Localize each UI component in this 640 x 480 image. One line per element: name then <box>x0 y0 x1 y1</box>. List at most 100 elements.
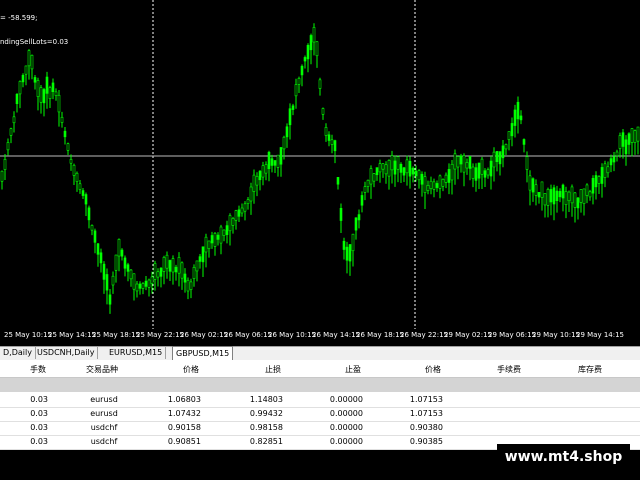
candle-body <box>183 273 187 283</box>
time-label: 26 May 22:15 <box>400 331 449 339</box>
candle-body <box>495 151 499 162</box>
table-cell: usdchf <box>90 423 118 432</box>
candle-body <box>63 130 67 138</box>
candle-body <box>165 254 169 269</box>
candle-body <box>177 257 181 274</box>
col-header-commission[interactable]: 手续费 <box>497 364 521 375</box>
candle-body <box>180 262 184 279</box>
candle-body <box>57 94 61 113</box>
candle-body <box>45 76 49 94</box>
candle-body <box>12 116 16 124</box>
candle-body <box>90 225 94 231</box>
candle-body <box>576 197 580 209</box>
col-header-price[interactable]: 价格 <box>183 364 199 375</box>
candle-body <box>36 80 40 97</box>
candle-body <box>489 160 493 177</box>
candle-body <box>549 189 553 203</box>
candle-body <box>69 159 73 164</box>
candle-body <box>615 151 619 156</box>
candle-body <box>594 175 598 188</box>
col-header-stop-loss[interactable]: 止损 <box>265 364 281 375</box>
candle-body <box>405 159 409 174</box>
candle-body <box>189 281 193 290</box>
candle-body <box>114 254 118 271</box>
table-cell: 0.00000 <box>329 437 363 446</box>
tab-eurusd-m15[interactable]: EURUSD,M15 <box>106 347 167 359</box>
table-row[interactable]: 0.03 usdchf 0.90158 0.98158 0.00000 0.90380 <box>0 421 640 436</box>
candle-body <box>456 156 460 168</box>
candle-body <box>309 35 313 51</box>
table-row[interactable]: 0.03 eurusd 1.07432 0.99432 0.00000 1.07153 <box>0 407 640 422</box>
col-header-symbol[interactable]: 交易品种 <box>86 364 118 375</box>
col-header-swap[interactable]: 库存费 <box>578 364 602 375</box>
candle-body <box>15 93 19 105</box>
table-cell: 0.03 <box>30 437 48 446</box>
candle-body <box>186 279 190 292</box>
candle-body <box>42 89 46 104</box>
table-cell: 0.03 <box>30 409 48 418</box>
candle-body <box>570 186 574 204</box>
candle-body <box>294 84 298 97</box>
table-cell: 0.03 <box>30 395 48 404</box>
candle-body <box>561 184 565 199</box>
indicator-readout-2: ndingSellLots=0.03 <box>0 38 69 46</box>
col-header-lots[interactable]: 手数 <box>30 364 46 375</box>
candle-body <box>252 174 256 192</box>
table-row[interactable]: 0.03 eurusd 1.06803 1.14803 0.00000 1.07153 <box>0 393 640 408</box>
candle-body <box>0 170 4 182</box>
candle-body <box>579 189 583 203</box>
candle-body <box>288 108 292 126</box>
candle-body <box>144 280 148 287</box>
candle-body <box>273 160 277 166</box>
candle-body <box>387 160 391 177</box>
col-header-current-price[interactable]: 价格 <box>425 364 441 375</box>
col-header-take-profit[interactable]: 止盈 <box>345 364 361 375</box>
candle-body <box>213 233 217 247</box>
candle-body <box>633 130 637 143</box>
candle-body <box>558 191 562 198</box>
price-chart[interactable]: = -58.599; ndingSellLots=0.03 <box>0 0 640 346</box>
candle-body <box>453 153 457 170</box>
candle-body <box>465 162 469 169</box>
candle-body <box>21 74 25 83</box>
tab-usdcnh-daily[interactable]: USDCNH,Daily <box>34 347 99 359</box>
table-cell: 0.00000 <box>329 409 363 418</box>
candle-body <box>174 266 178 273</box>
candle-body <box>420 173 424 185</box>
candle-body <box>546 189 550 206</box>
candle-body <box>612 156 616 163</box>
candle-body <box>93 230 97 243</box>
candle-body <box>426 185 430 191</box>
tab-gbpusd-m15[interactable]: GBPUSD,M15 <box>172 346 234 361</box>
candle-body <box>279 147 283 165</box>
candle-body <box>540 181 544 198</box>
candle-body <box>573 192 577 208</box>
candle-body <box>432 181 436 190</box>
candle-body <box>246 199 250 204</box>
candle-body <box>483 170 487 178</box>
time-label: 29 May 10:15 <box>532 331 581 339</box>
time-label: 29 May 02:15 <box>444 331 493 339</box>
tab-daily[interactable]: D,Daily <box>0 347 36 359</box>
candle-body <box>510 123 514 137</box>
candle-body <box>501 145 505 159</box>
candle-body <box>156 271 160 278</box>
candlestick-chart[interactable] <box>0 0 640 330</box>
candle-body <box>39 87 43 103</box>
candle-body <box>48 87 52 99</box>
time-label: 25 May 10:15 <box>4 331 53 339</box>
candle-body <box>537 192 541 198</box>
candle-body <box>600 167 604 184</box>
candle-body <box>591 178 595 194</box>
candle-body <box>429 180 433 189</box>
candle-body <box>258 170 262 181</box>
table-cell: 0.90385 <box>409 437 443 446</box>
table-cell: 0.90158 <box>167 423 201 432</box>
candle-body <box>492 151 496 168</box>
candle-body <box>552 187 556 205</box>
candle-body <box>564 191 568 205</box>
table-cell: 0.00000 <box>329 423 363 432</box>
time-label: 29 May 06:15 <box>488 331 537 339</box>
indicator-readout-1: = -58.599; <box>0 14 38 22</box>
candle-body <box>210 235 214 244</box>
